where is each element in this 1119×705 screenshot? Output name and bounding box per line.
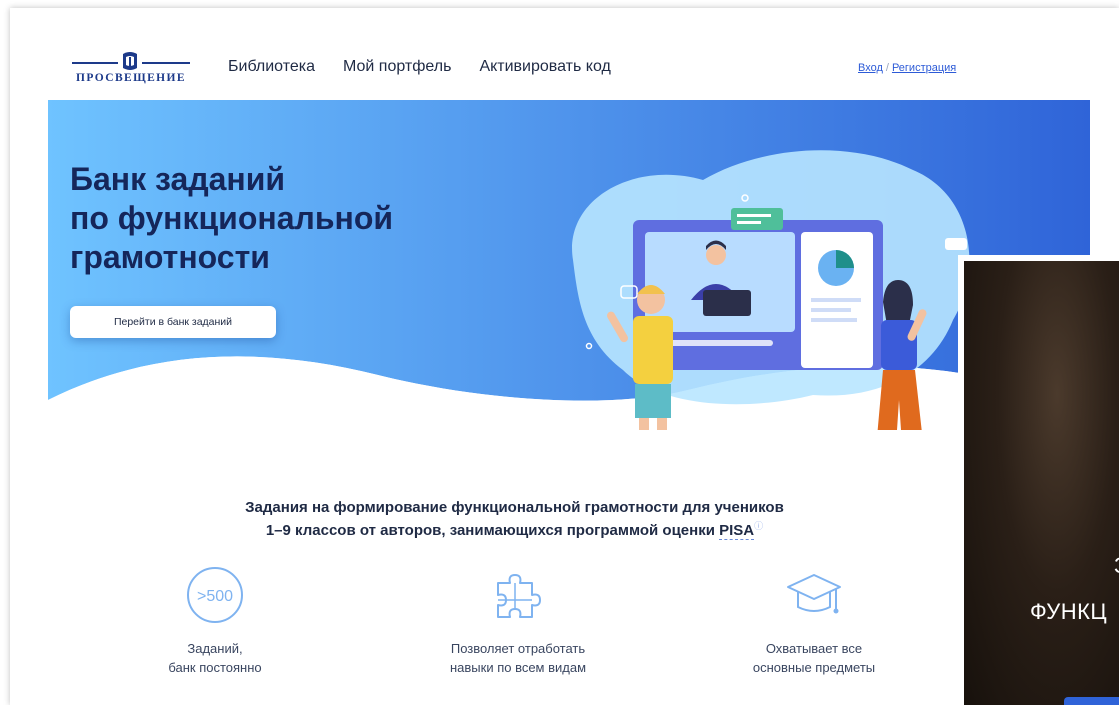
- site-header: ПРОСВЕЩЕНИЕ Библиотека Мой портфель Акти…: [10, 8, 1119, 100]
- tagline-line-2-text: 1–9 классов от авторов, занимающихся про…: [265, 522, 715, 539]
- hero-banner: Банк заданий по функциональной грамотнос…: [48, 100, 1090, 430]
- logo-right-line: [142, 62, 190, 64]
- auth-links: Вход / Регистрация: [858, 62, 956, 74]
- feature-subjects: Охватывает все основные предметы: [734, 565, 894, 677]
- tagline-line-2: 1–9 классов от авторов, занимающихся про…: [10, 517, 1019, 540]
- video-background: [964, 261, 1119, 705]
- counter-badge: >500: [197, 588, 233, 605]
- intro-tagline: Задания на формирование функциональной г…: [10, 498, 1019, 540]
- video-action-button[interactable]: [1064, 697, 1119, 705]
- logo-left-line: [72, 62, 118, 64]
- page-frame: ПРОСВЕЩЕНИЕ Библиотека Мой портфель Акти…: [10, 8, 1119, 705]
- hero-title: Банк заданий по функциональной грамотнос…: [70, 161, 394, 275]
- pisa-link[interactable]: PISA: [719, 522, 755, 540]
- login-link[interactable]: Вход: [858, 62, 883, 74]
- feature-tasks-text: Заданий, банк постоянно: [168, 641, 262, 675]
- feature-tasks-count: >500 Заданий, банк постоянно: [145, 565, 285, 677]
- tagline-line-1: Задания на формирование функциональной г…: [245, 499, 784, 516]
- graduation-cap-icon: [787, 574, 841, 614]
- feature-skills: Позволяет отработать навыки по всем вида…: [433, 565, 603, 677]
- nav-library[interactable]: Библиотека: [228, 58, 315, 76]
- classroom-illustration: [572, 150, 970, 430]
- nav-my-portfolio[interactable]: Мой портфель: [343, 58, 451, 76]
- logo-emblem-icon: [123, 52, 137, 70]
- feature-subjects-text: Охватывает все основные предметы: [752, 641, 876, 675]
- prosveshchenie-logo[interactable]: ПРОСВЕЩЕНИЕ: [68, 50, 194, 90]
- video-preview[interactable]: З ФУНКЦ: [958, 255, 1119, 705]
- logo-text: ПРОСВЕЩЕНИЕ: [76, 72, 186, 84]
- register-link[interactable]: Регистрация: [892, 62, 956, 74]
- feature-skills-text: Позволяет отработать навыки по всем вида…: [449, 641, 587, 675]
- puzzle-icon: [497, 574, 541, 618]
- main-nav: Библиотека Мой портфель Активировать код: [228, 58, 611, 76]
- go-to-task-bank-button[interactable]: Перейти в банк заданий: [70, 306, 276, 338]
- auth-separator: /: [885, 62, 889, 74]
- video-caption-line-1: З: [1114, 553, 1119, 579]
- nav-activate-code[interactable]: Активировать код: [479, 58, 610, 76]
- video-caption-line-2: ФУНКЦ: [1030, 599, 1108, 624]
- pisa-info-icon[interactable]: ⓘ: [754, 521, 763, 531]
- counter-500-icon: >500: [187, 567, 243, 623]
